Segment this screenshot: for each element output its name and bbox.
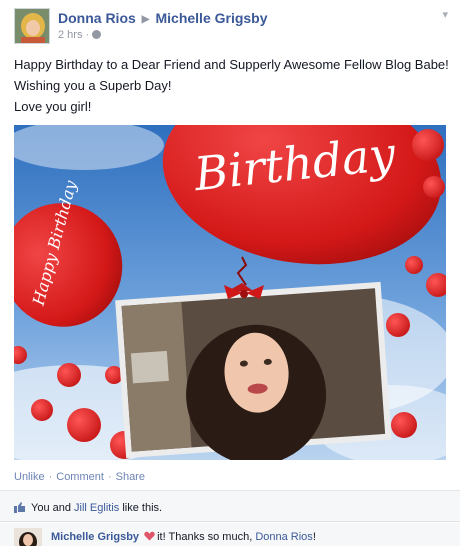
message-line: Happy Birthday to a Dear Friend and Supp… bbox=[14, 57, 449, 72]
globe-icon[interactable] bbox=[92, 30, 102, 39]
story-meta: 2 hrs · bbox=[58, 29, 102, 41]
likes-sentence: You and Jill Eglitis like this. bbox=[31, 502, 162, 514]
comment-end: ! bbox=[312, 531, 316, 543]
commenter-name[interactable]: Michelle Grigsby bbox=[51, 531, 139, 543]
timestamp[interactable]: 2 hrs bbox=[58, 29, 82, 41]
comment-body: Michelle Grigsby it! Thanks so much, Don… bbox=[51, 531, 316, 543]
comment-link[interactable]: Comment bbox=[56, 471, 104, 483]
likes-suffix: like this. bbox=[122, 502, 163, 514]
triangle-right-icon: ▶ bbox=[141, 14, 150, 25]
message-line: Love you girl! bbox=[14, 99, 92, 114]
heart-icon bbox=[144, 531, 155, 541]
comment-mention[interactable]: Donna Rios bbox=[255, 531, 312, 543]
feed-story: Donna Rios ▶ Michelle Grigsby 2 hrs · ▾ Hap… bbox=[0, 0, 460, 546]
action-separator: · bbox=[107, 471, 112, 483]
chevron-down-icon[interactable]: ▾ bbox=[442, 8, 448, 21]
story-actions: Unlike · Comment · Share bbox=[14, 471, 145, 483]
meta-separator: · bbox=[85, 29, 90, 41]
thumbs-up-icon bbox=[14, 502, 25, 513]
comment-text: it! Thanks so much, bbox=[157, 531, 253, 543]
story-message: Happy Birthday to a Dear Friend and Supp… bbox=[14, 54, 454, 117]
commenter-avatar[interactable] bbox=[14, 528, 42, 546]
liker-name[interactable]: Jill Eglitis bbox=[74, 502, 119, 514]
story-header: Donna Rios ▶ Michelle Grigsby 2 hrs · ▾ bbox=[14, 8, 454, 44]
message-line: Wishing you a Superb Day! bbox=[14, 78, 172, 93]
author-avatar[interactable] bbox=[14, 8, 50, 44]
story-photo[interactable]: Birthday Happy Birthday bbox=[14, 125, 446, 460]
story-names: Donna Rios ▶ Michelle Grigsby bbox=[58, 10, 268, 26]
likes-prefix: You and bbox=[31, 502, 71, 514]
action-separator: · bbox=[48, 471, 53, 483]
comment-item: Michelle Grigsby it! Thanks so much, Don… bbox=[0, 523, 460, 546]
unlike-link[interactable]: Unlike bbox=[14, 471, 45, 483]
likes-bar: You and Jill Eglitis like this. bbox=[0, 490, 460, 522]
recipient-name[interactable]: Michelle Grigsby bbox=[155, 10, 267, 26]
author-name[interactable]: Donna Rios bbox=[58, 10, 136, 26]
share-link[interactable]: Share bbox=[116, 471, 145, 483]
